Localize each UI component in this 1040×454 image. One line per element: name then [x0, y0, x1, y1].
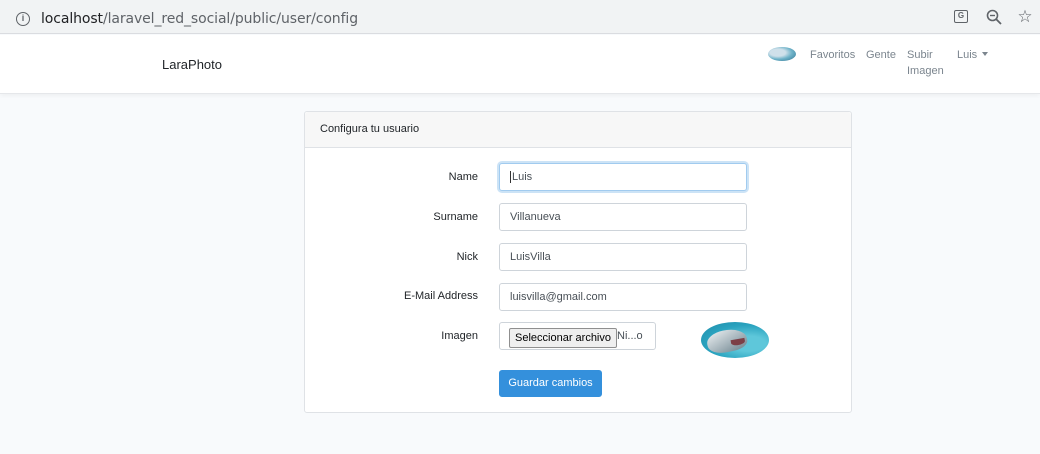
selected-filename: Ni...o: [617, 330, 643, 342]
card-header: Configura tu usuario: [305, 112, 851, 148]
omnibox[interactable]: i localhost/laravel_red_social/public/us…: [4, 3, 1036, 31]
image-label: Imagen: [441, 330, 478, 342]
navbar: LaraPhoto Favoritos Gente Subir Imagen L…: [0, 35, 1040, 94]
translate-icon[interactable]: G: [953, 8, 971, 26]
surname-input[interactable]: Villanueva: [499, 203, 747, 231]
browser-address-bar: i localhost/laravel_red_social/public/us…: [0, 0, 1040, 34]
nav-link-gente[interactable]: Gente: [866, 47, 896, 63]
nav-link-subir-imagen[interactable]: Subir Imagen: [907, 47, 947, 79]
user-dropdown-label: Luis: [957, 49, 978, 61]
caret-down-icon: [982, 52, 989, 56]
email-input[interactable]: luisvilla@gmail.com: [499, 283, 747, 311]
nick-label: Nick: [456, 251, 478, 263]
save-changes-button[interactable]: Guardar cambios: [499, 370, 602, 397]
nav-link-favoritos[interactable]: Favoritos: [810, 47, 855, 63]
surname-label: Surname: [433, 211, 478, 223]
select-file-button[interactable]: Seleccionar archivo: [509, 328, 617, 348]
nick-input[interactable]: LuisVilla: [499, 243, 747, 271]
name-input[interactable]: Luis: [499, 163, 747, 191]
image-file-input[interactable]: Seleccionar archivo Ni...o: [499, 322, 656, 350]
user-dropdown[interactable]: Luis: [957, 47, 989, 63]
info-icon[interactable]: i: [16, 12, 30, 26]
url-text[interactable]: localhost/laravel_red_social/public/user…: [41, 11, 358, 27]
star-icon[interactable]: ☆: [1016, 8, 1034, 26]
url-host: localhost: [41, 11, 103, 27]
name-value: Luis: [510, 171, 533, 183]
email-label: E-Mail Address: [404, 290, 478, 302]
url-path: /laravel_red_social/public/user/config: [102, 11, 358, 27]
config-card: Configura tu usuario Name Luis Surname V…: [304, 111, 852, 413]
name-label: Name: [448, 171, 478, 183]
avatar-preview: [701, 322, 769, 358]
zoom-icon[interactable]: [985, 8, 1003, 26]
brand-link[interactable]: LaraPhoto: [162, 57, 222, 72]
user-avatar: [768, 47, 796, 61]
